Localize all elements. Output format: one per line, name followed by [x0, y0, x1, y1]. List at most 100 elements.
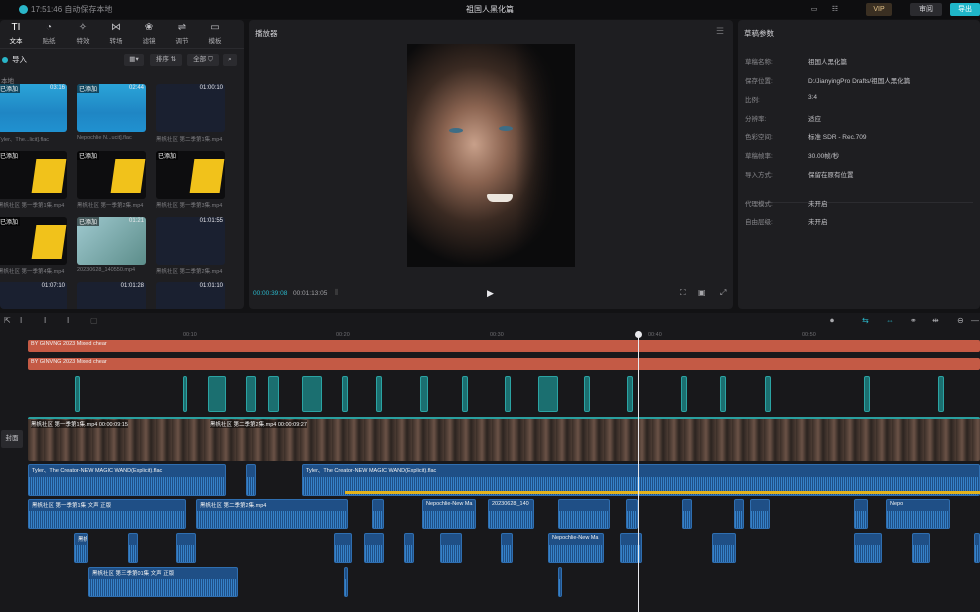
audio-clip[interactable]: [854, 499, 868, 529]
audio-clip[interactable]: 20230628_140: [488, 499, 534, 529]
preview-axis-icon[interactable]: ⇹: [932, 316, 939, 325]
audio-clip[interactable]: [176, 533, 196, 563]
audio-clip[interactable]: [364, 533, 384, 563]
audio-clip[interactable]: 黑帆: [74, 533, 88, 563]
overlay-clip[interactable]: [681, 376, 687, 412]
audio-clip[interactable]: [246, 464, 256, 496]
cover-button[interactable]: 封面: [1, 430, 23, 448]
audio-clip[interactable]: [734, 499, 744, 529]
media-item[interactable]: 已添加: [0, 151, 67, 199]
audio-clip[interactable]: [344, 567, 348, 597]
delete-icon[interactable]: ▢: [90, 316, 98, 325]
audio-clip[interactable]: [626, 499, 638, 529]
overlay-clip[interactable]: [420, 376, 428, 412]
overlay-clip[interactable]: [208, 376, 226, 412]
overlay-clip[interactable]: [720, 376, 726, 412]
audio-clip[interactable]: Nepochlie-New Ma: [422, 499, 476, 529]
tool-filter[interactable]: ❀ 滤镜: [135, 22, 163, 45]
microphone-icon[interactable]: ⏺: [830, 316, 834, 326]
overlay-clip[interactable]: [505, 376, 511, 412]
search-icon[interactable]: ⌕: [223, 54, 237, 66]
audio-clip[interactable]: [334, 533, 352, 563]
link-icon[interactable]: ⚭: [910, 316, 917, 325]
overlay-clip[interactable]: [584, 376, 590, 412]
tool-adjust[interactable]: ⇌ 调节: [168, 22, 196, 45]
overlay-clip[interactable]: [462, 376, 468, 412]
tool-template[interactable]: ▭ 模板: [201, 22, 229, 45]
overlay-clip[interactable]: [538, 376, 558, 412]
audio-clip[interactable]: Nepo: [886, 499, 950, 529]
select-tool-icon[interactable]: ⇱: [4, 316, 11, 325]
layout-icon[interactable]: ☷: [826, 3, 844, 16]
media-item[interactable]: 已添加 01:21: [77, 217, 146, 265]
audio-clip[interactable]: [750, 499, 770, 529]
audio-clip[interactable]: Nepochlie-New Ma: [548, 533, 604, 563]
overlay-clip[interactable]: [376, 376, 382, 412]
audio-clip[interactable]: [404, 533, 414, 563]
playhead[interactable]: [635, 331, 642, 612]
audio-clip[interactable]: [440, 533, 462, 563]
overlay-clip[interactable]: [342, 376, 348, 412]
music-clip[interactable]: BY GINVNG 2023 Mixed chear: [28, 340, 980, 352]
music-clip[interactable]: BY GINVNG 2023 Mixed chear: [28, 358, 980, 370]
overlay-clip[interactable]: [75, 376, 80, 412]
vip-button[interactable]: VIP: [866, 3, 892, 16]
overlay-clip[interactable]: [938, 376, 944, 412]
audio-clip[interactable]: [712, 533, 736, 563]
audio-clip[interactable]: [501, 533, 513, 563]
media-item[interactable]: 已添加 03:16: [0, 84, 67, 132]
video-preview[interactable]: [407, 44, 575, 267]
tool-text[interactable]: TI 文本: [2, 22, 30, 45]
audio-clip[interactable]: Tyler、The Creator-NEW MAGIC WAND(Explici…: [28, 464, 226, 496]
fullscreen-icon[interactable]: ⤢: [720, 288, 726, 298]
media-item[interactable]: 01:01:55: [156, 217, 225, 265]
media-item[interactable]: 01:01:10: [156, 282, 225, 309]
filter-all-button[interactable]: 全部 ⛉: [187, 54, 219, 66]
zoom-slider[interactable]: —: [971, 316, 979, 325]
main-video-track[interactable]: 黑帆社区 第一季第1集.mp4 00:00:09:15 黑帆社区 第二季第2集.…: [28, 417, 980, 461]
tool-transition[interactable]: ⋈ 转场: [102, 22, 130, 45]
split-icon[interactable]: I: [20, 316, 22, 325]
split-right-icon[interactable]: I: [67, 316, 69, 325]
overlay-clip[interactable]: [765, 376, 771, 412]
overlay-clip[interactable]: [268, 376, 279, 412]
audio-clip[interactable]: [682, 499, 692, 529]
overlay-clip[interactable]: [183, 376, 187, 412]
overlay-clip[interactable]: [246, 376, 256, 412]
audio-clip[interactable]: 黑帆社区 第三季第01集 文声 正版: [88, 567, 238, 597]
fit-screen-icon[interactable]: ⛶: [680, 288, 686, 298]
audio-clip[interactable]: 黑帆社区 第一季第1集 文声 正版: [28, 499, 186, 529]
grid-view-icon[interactable]: ▦▾: [124, 54, 144, 66]
play-icon[interactable]: ▶: [487, 288, 494, 299]
shortcut-icon[interactable]: ▭: [808, 3, 820, 16]
export-button[interactable]: 导出: [950, 3, 980, 16]
media-item[interactable]: 01:07:10: [0, 282, 67, 309]
media-item[interactable]: 01:01:28: [77, 282, 146, 309]
zoom-out-icon[interactable]: ⊖: [957, 316, 964, 325]
main-track-magnet-icon[interactable]: ⇆: [862, 316, 869, 325]
audio-clip[interactable]: [974, 533, 980, 563]
media-item[interactable]: 已添加: [156, 151, 225, 199]
timeline-marker-icon[interactable]: ⫴: [335, 288, 338, 298]
audio-clip[interactable]: [558, 499, 610, 529]
overlay-clip[interactable]: [302, 376, 322, 412]
audio-clip[interactable]: [558, 567, 562, 597]
import-button[interactable]: 导入: [2, 54, 27, 65]
audio-clip[interactable]: [912, 533, 930, 563]
tool-sticker[interactable]: ◔ 贴纸: [35, 22, 63, 45]
review-button[interactable]: 审阅: [910, 3, 942, 16]
tool-effects[interactable]: ✧ 特效: [69, 22, 97, 45]
menu-icon[interactable]: ☰: [716, 26, 724, 37]
aspect-ratio-icon[interactable]: ▣: [698, 288, 706, 297]
auto-snap-icon[interactable]: ⇔: [886, 316, 894, 325]
audio-clip[interactable]: 黑帆社区 第二季第2集.mp4: [196, 499, 348, 529]
split-left-icon[interactable]: I: [44, 316, 46, 325]
overlay-clip[interactable]: [864, 376, 870, 412]
media-item[interactable]: 已添加: [77, 151, 146, 199]
audio-clip[interactable]: [372, 499, 384, 529]
sort-button[interactable]: 排序 ⇅: [150, 54, 182, 66]
media-item[interactable]: 01:00:10: [156, 84, 225, 132]
audio-clip[interactable]: [128, 533, 138, 563]
overlay-clip[interactable]: [627, 376, 633, 412]
audio-clip[interactable]: [854, 533, 882, 563]
